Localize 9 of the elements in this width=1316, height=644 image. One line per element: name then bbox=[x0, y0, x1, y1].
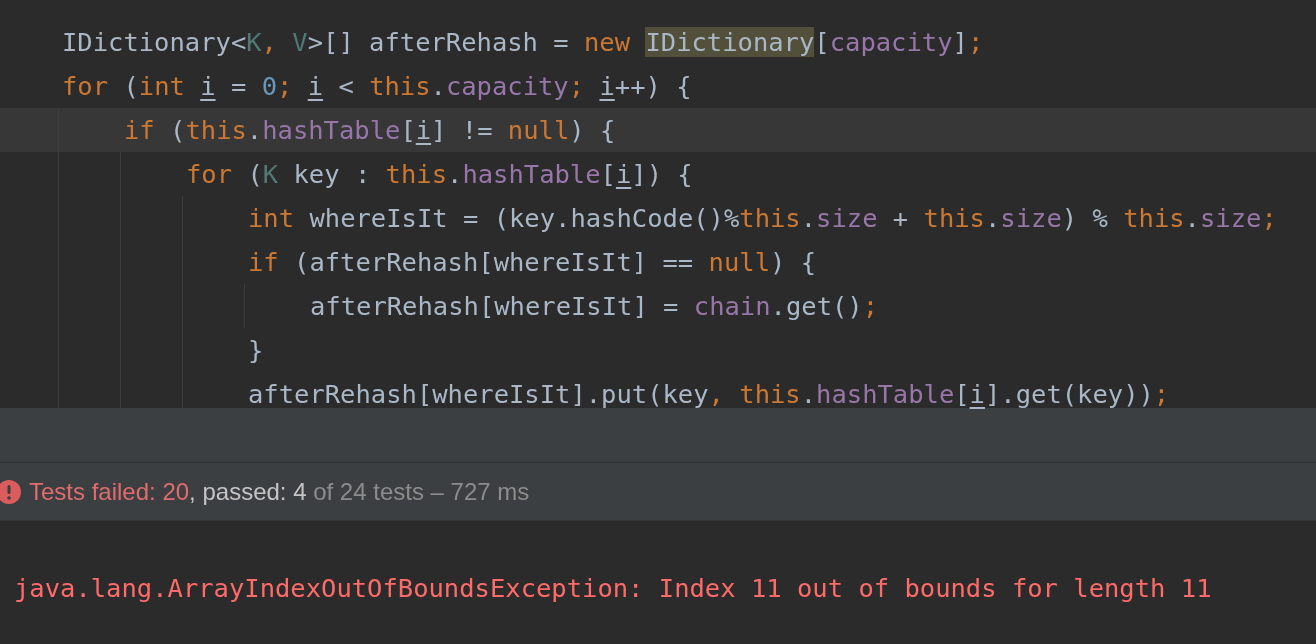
code-line: for (K key : this.hashTable[i]) { bbox=[0, 152, 1316, 196]
code-line: } bbox=[0, 328, 1316, 372]
error-message: java.lang.ArrayIndexOutOfBoundsException: Index 11 out of bounds for length 11 bbox=[14, 573, 1212, 603]
code-line: for (int i = 0; i < this.capacity; i++) { bbox=[61, 70, 693, 103]
code-line: afterRehash[whereIsIt] = chain.get(); bbox=[0, 284, 1316, 328]
code-line: if (afterRehash[whereIsIt] == null) { bbox=[0, 240, 1316, 284]
test-status-text: Tests failed: 20, passed: 4 of 24 tests – 727 ms bbox=[29, 477, 530, 506]
code-line: IDictionary<K, V>[] afterRehash = new IDictionary[capacity]; bbox=[61, 26, 985, 59]
code-line: int whereIsIt = (key.hashCode()%this.size + this.size) % this.size; bbox=[0, 196, 1316, 240]
